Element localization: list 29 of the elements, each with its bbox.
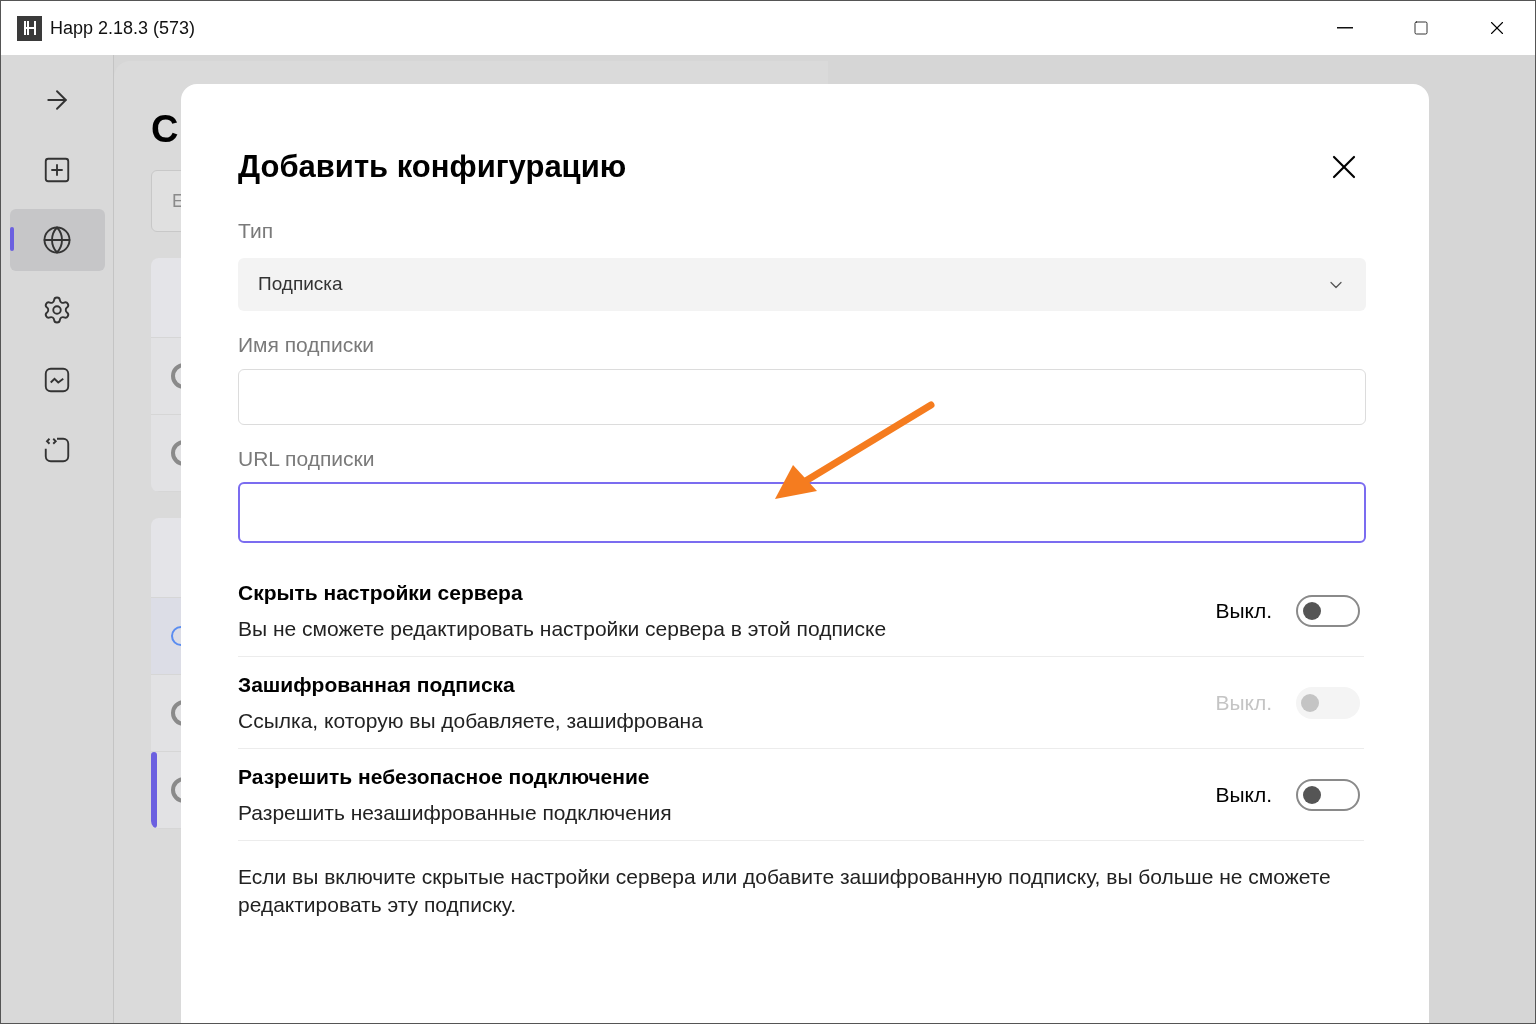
plus-square-icon[interactable] bbox=[42, 155, 72, 185]
toggle-state-label: Выкл. bbox=[1215, 689, 1272, 716]
toggle-switch[interactable] bbox=[1296, 594, 1360, 627]
window-title: Happ 2.18.3 (573) bbox=[50, 16, 196, 40]
input-field[interactable] bbox=[238, 482, 1366, 543]
code-square-icon[interactable] bbox=[42, 435, 72, 465]
type-select[interactable]: Подписка bbox=[238, 258, 1366, 311]
sidebar-item[interactable] bbox=[9, 209, 105, 271]
minimize-icon bbox=[1337, 27, 1353, 29]
dialog-title: Добавить конфигурацию bbox=[238, 148, 627, 186]
setting-description: Вы не сможете редактировать настройки сервера в этой подписке bbox=[238, 615, 888, 642]
toggle-switch[interactable] bbox=[1296, 778, 1360, 811]
maximize-icon bbox=[1413, 20, 1429, 36]
setting-description: Разрешить незашифрованные подключения bbox=[238, 799, 673, 826]
app-logo-icon bbox=[17, 15, 42, 41]
toggle-state-label: Выкл. bbox=[1215, 781, 1272, 808]
settings-icon[interactable] bbox=[42, 295, 72, 325]
field-label: Имя подписки bbox=[238, 332, 376, 358]
setting-description: Ссылка, которую вы добавляете, зашифрована bbox=[238, 707, 704, 734]
toggle-state-label: Выкл. bbox=[1215, 597, 1272, 624]
field-label: Тип bbox=[238, 217, 274, 244]
setting-title: Разрешить небезопасное подключение bbox=[238, 764, 651, 790]
page-heading: С bbox=[151, 107, 180, 152]
globe-icon[interactable] bbox=[42, 225, 72, 255]
warning-note: Если вы включите скрытые настройки сервера или добавите зашифрованную подписку, вы больше не сможете редактировать эту подписку. bbox=[238, 864, 1332, 918]
setting-title: Скрыть настройки сервера bbox=[238, 580, 524, 606]
field-label: URL подписки bbox=[238, 445, 376, 472]
setting-title: Зашифрованная подписка bbox=[238, 672, 516, 698]
chart-square-icon[interactable] bbox=[42, 365, 72, 395]
